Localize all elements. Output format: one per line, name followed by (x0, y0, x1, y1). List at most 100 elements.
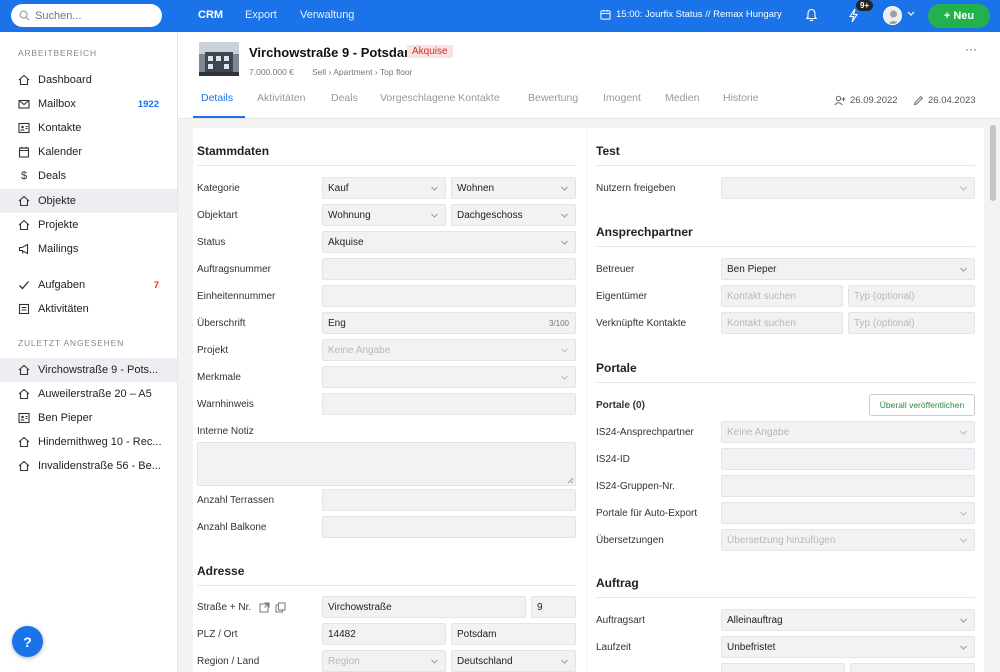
sidebar-item-kalender[interactable]: Kalender (0, 140, 177, 164)
input-is24-gruppen-nr[interactable] (721, 475, 975, 497)
label-strasse: Straße + Nr. (197, 602, 252, 613)
recent-item-label: Invalidenstraße 56 - Be... (38, 460, 161, 472)
search-input[interactable] (35, 9, 145, 22)
help-button[interactable]: ? (12, 626, 43, 657)
select-nutzungsart[interactable]: Wohnen (451, 177, 576, 199)
sidebar-item-label: Aktivitäten (38, 303, 89, 315)
tab-details[interactable]: Details (201, 92, 233, 104)
input-warnhinweis[interactable] (322, 393, 576, 415)
sidebar-item-kontakte[interactable]: Kontakte (0, 116, 177, 140)
lightning-icon[interactable] (848, 8, 859, 23)
select-nutzern-freigeben[interactable] (721, 177, 975, 199)
input-strasse[interactable]: Virchowstraße (322, 596, 526, 618)
select-status[interactable]: Akquise (322, 231, 576, 253)
notification-badge: 9+ (856, 0, 874, 11)
more-menu-button[interactable]: ··· (965, 42, 977, 56)
scrollbar-thumb[interactable] (990, 125, 996, 201)
chevron-down-icon (561, 659, 568, 664)
select-objektart[interactable]: Wohnung (322, 204, 446, 226)
publish-everywhere-button[interactable]: Überall veröffentlichen (869, 394, 975, 416)
sidebar-item-mailbox[interactable]: Mailbox 1922 (0, 92, 177, 116)
sidebar-item-mailings[interactable]: Mailings (0, 237, 177, 261)
input-anzahl-terrassen[interactable] (322, 489, 576, 511)
tab-deals[interactable]: Deals (331, 92, 358, 104)
sidebar-item-projekte[interactable]: Projekte (0, 213, 177, 237)
select-merkmale[interactable] (322, 366, 576, 388)
property-thumbnail[interactable] (199, 42, 239, 76)
chevron-down-icon[interactable] (907, 11, 915, 17)
input-einheitennummer[interactable] (322, 285, 576, 307)
nav-verwaltung[interactable]: Verwaltung (300, 9, 354, 21)
nav-crm[interactable]: CRM (198, 9, 223, 21)
input-ueberschrift[interactable]: Eng 3/100 (322, 312, 576, 334)
select-objekttyp[interactable]: Dachgeschoss (451, 204, 576, 226)
tab-bewertung[interactable]: Bewertung (528, 92, 578, 104)
workspace-heading: ARBEITBEREICH (18, 48, 97, 58)
external-link-icon[interactable] (259, 602, 270, 613)
section-title-ansprechpartner: Ansprechpartner (596, 225, 693, 239)
upcoming-event[interactable]: 15:00: Jourfix Status // Remax Hungary (600, 9, 782, 20)
chevron-down-icon (561, 213, 568, 218)
select-laufzeit[interactable]: Unbefristet (721, 636, 975, 658)
input-verknuepfte-kontakte[interactable]: Kontakt suchen (721, 312, 843, 334)
recent-item[interactable]: Auweilerstraße 20 – A5 (0, 382, 177, 406)
input-eigentuemer-kontakt[interactable]: Kontakt suchen (721, 285, 843, 307)
input-hausnummer[interactable]: 9 (531, 596, 576, 618)
select-auto-export[interactable] (721, 502, 975, 524)
input-anzahl-balkone[interactable] (322, 516, 576, 538)
nav-export[interactable]: Export (245, 9, 277, 21)
sidebar-item-deals[interactable]: $ Deals (0, 164, 177, 188)
buildings-icon (18, 219, 30, 231)
megaphone-icon (18, 243, 30, 255)
textarea-interne-notiz[interactable] (197, 442, 576, 486)
label-is24-id: IS24-ID (596, 454, 630, 465)
input-plz[interactable]: 14482 (322, 623, 446, 645)
tab-imogent[interactable]: Imogent (603, 92, 641, 104)
new-button[interactable]: + Neu (928, 4, 990, 28)
select-is24-ansprechpartner[interactable]: Keine Angabe (721, 421, 975, 443)
input-auftragsnummer[interactable] (322, 258, 576, 280)
global-search[interactable] (11, 4, 162, 27)
recent-item[interactable]: Virchowstraße 9 - Pots... (0, 358, 177, 382)
select-land[interactable]: Deutschland (451, 650, 576, 672)
bell-icon[interactable] (805, 8, 818, 22)
input-auftrag-start[interactable] (721, 663, 845, 672)
input-eigentuemer-typ[interactable]: Typ (optional) (848, 285, 975, 307)
copy-icon[interactable] (275, 602, 286, 613)
recent-item[interactable]: Hindemithweg 10 - Rec... (0, 430, 177, 454)
chevron-down-icon (431, 213, 438, 218)
select-uebersetzungen[interactable]: Übersetzung hinzufügen (721, 529, 975, 551)
label-auftragsnummer: Auftragsnummer (197, 264, 271, 275)
house-icon (18, 388, 30, 400)
tab-medien[interactable]: Medien (665, 92, 699, 104)
input-ort[interactable]: Potsdam (451, 623, 576, 645)
select-kategorie[interactable]: Kauf (322, 177, 446, 199)
user-avatar[interactable] (883, 6, 902, 25)
scrollbar[interactable] (987, 119, 1000, 672)
select-value: Alleinauftrag (727, 614, 783, 626)
select-region[interactable]: Region (322, 650, 446, 672)
input-auftrag-ende[interactable] (850, 663, 975, 672)
label-eigentuemer: Eigentümer (596, 291, 648, 302)
tab-historie[interactable]: Historie (723, 92, 759, 104)
list-icon (18, 303, 30, 315)
input-verknuepfte-typ[interactable]: Typ (optional) (848, 312, 975, 334)
recent-item[interactable]: Ben Pieper (0, 406, 177, 430)
select-auftragsart[interactable]: Alleinauftrag (721, 609, 975, 631)
sidebar-item-aufgaben[interactable]: Aufgaben 7 (0, 273, 177, 297)
sidebar-item-aktivitaeten[interactable]: Aktivitäten (0, 297, 177, 321)
sidebar-item-objekte[interactable]: Objekte (0, 189, 177, 213)
tab-aktivitaeten[interactable]: Aktivitäten (257, 92, 305, 104)
recent-item[interactable]: Invalidenstraße 56 - Be... (0, 454, 177, 478)
sidebar-item-dashboard[interactable]: Dashboard (0, 68, 177, 92)
input-is24-id[interactable] (721, 448, 975, 470)
event-label: 15:00: Jourfix Status // Remax Hungary (616, 9, 782, 20)
chevron-down-icon (431, 186, 438, 191)
house-icon (18, 364, 30, 376)
select-betreuer[interactable]: Ben Pieper (721, 258, 975, 280)
chevron-down-icon (960, 186, 967, 191)
label-betreuer: Betreuer (596, 264, 635, 275)
tab-vorgeschlagene-kontakte[interactable]: Vorgeschlagene Kontakte (380, 92, 500, 104)
select-projekt[interactable]: Keine Angabe (322, 339, 576, 361)
resize-handle-icon[interactable] (567, 477, 574, 484)
